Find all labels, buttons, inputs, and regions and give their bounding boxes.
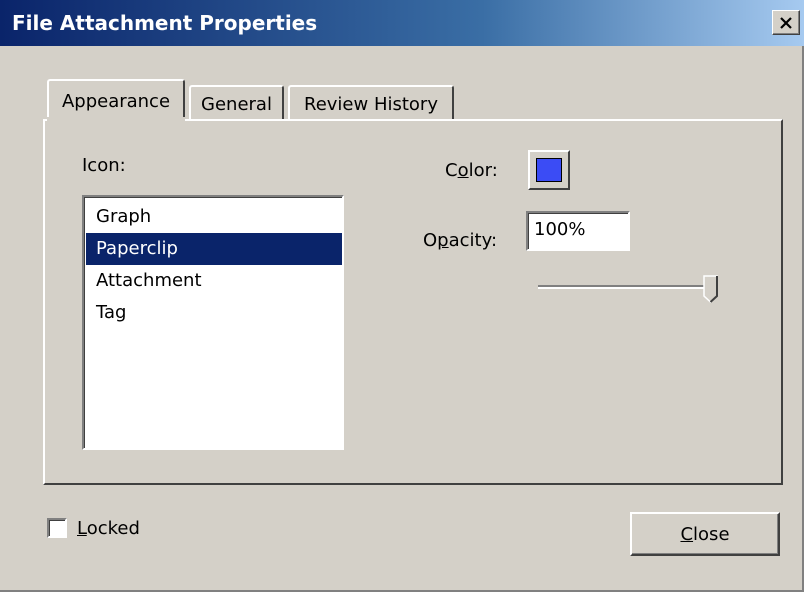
color-label: Color: [445,160,498,181]
tab-label: Review History [304,93,438,115]
color-swatch [536,158,562,182]
tab-label: Appearance [61,90,171,112]
tab-appearance[interactable]: Appearance [47,79,185,121]
close-button[interactable]: Close [630,512,780,556]
locked-checkbox[interactable] [47,518,67,538]
list-item-paperclip[interactable]: Paperclip [86,233,342,265]
window-close-button[interactable] [772,10,800,35]
close-icon [780,16,792,29]
locked-label[interactable]: Locked [77,518,140,539]
tab-general[interactable]: General [189,85,284,121]
list-item-graph[interactable]: Graph [86,201,342,233]
opacity-field[interactable]: 100% [526,211,630,251]
color-picker-button[interactable] [528,150,570,190]
opacity-slider-thumb[interactable] [703,275,719,303]
window-title: File Attachment Properties [12,11,318,35]
title-bar[interactable]: File Attachment Properties [0,0,804,46]
list-item-attachment[interactable]: Attachment [86,265,342,297]
opacity-label: Opacity: [423,230,498,251]
icon-label: Icon: [82,155,126,176]
tab-label: General [201,93,272,115]
active-tab-joint [47,117,185,122]
opacity-slider-track[interactable] [538,285,714,289]
list-item-tag[interactable]: Tag [86,297,342,329]
icon-listbox[interactable]: Graph Paperclip Attachment Tag [82,195,344,450]
tab-review-history[interactable]: Review History [288,85,454,121]
